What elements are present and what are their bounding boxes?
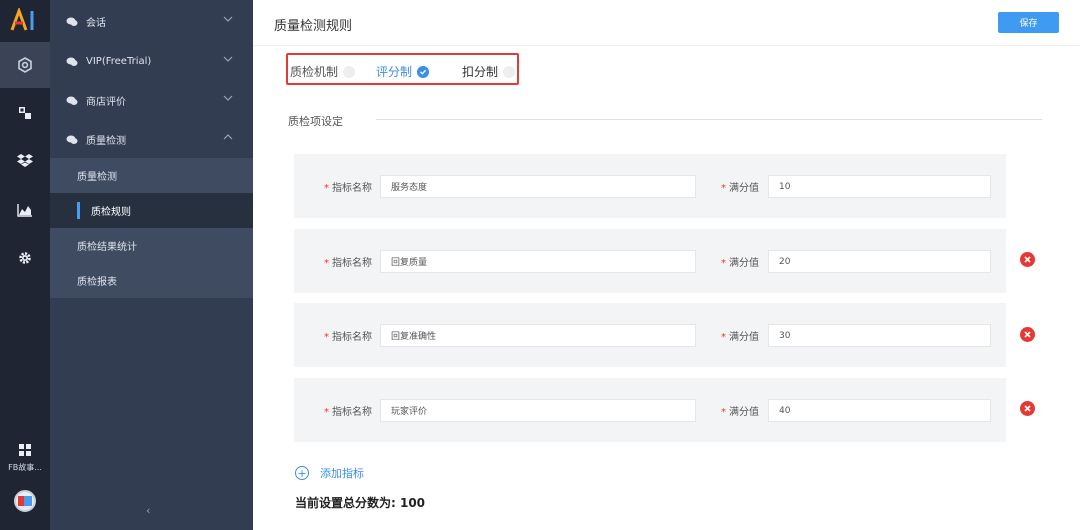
indicator-name-label: * 指标名称 (324, 258, 372, 269)
rail-area-chart-icon[interactable] (0, 187, 50, 233)
rail-settings-hex-icon[interactable] (0, 42, 50, 88)
chevron-up-icon (223, 134, 233, 140)
full-score-input[interactable] (768, 324, 991, 347)
check-circle-icon (417, 65, 430, 78)
save-button[interactable]: 保存 (998, 12, 1059, 33)
full-score-label: * 满分值 (721, 332, 759, 343)
mechanism-option-quality[interactable]: 质检机制 (290, 63, 356, 80)
menu-group-store-reviews[interactable]: 商店评价 (50, 81, 253, 120)
menu-group-label: 商店评价 (86, 97, 126, 108)
indicator-name-label: * 指标名称 (324, 407, 372, 418)
indicator-name-label: * 指标名称 (324, 332, 372, 343)
full-score-label: * 满分值 (721, 407, 759, 418)
page-header: 质量检测规则 保存 (253, 0, 1080, 46)
full-score-input[interactable] (768, 175, 991, 198)
sub-item-label: 质检规则 (91, 207, 131, 218)
menu-group-vip[interactable]: VIP(FreeTrial) (50, 42, 253, 81)
indicator-name-label: * 指标名称 (324, 183, 372, 194)
mechanism-label: 扣分制 (462, 65, 499, 79)
sub-item-label: 质量检测 (77, 172, 117, 183)
chat-bubble-icon (66, 17, 78, 26)
menu-group-quality[interactable]: 质量检测 (50, 120, 253, 159)
rail-dropbox-icon[interactable] (0, 137, 50, 183)
sub-item-quality-rules[interactable]: 质检规则 (50, 193, 253, 228)
delete-row-icon[interactable] (1020, 327, 1035, 342)
chat-bubble-icon (66, 96, 78, 105)
full-score-input[interactable] (768, 399, 991, 422)
section-divider (376, 119, 1042, 120)
full-score-label: * 满分值 (721, 258, 759, 269)
add-indicator-button[interactable]: + 添加指标 (295, 465, 364, 481)
collapse-sidebar-button[interactable]: ‹ (146, 504, 150, 517)
rail-gear-icon[interactable] (0, 235, 50, 281)
radio-icon (343, 65, 356, 78)
indicator-row: *指标名称 *满分值 (294, 378, 1006, 442)
indicator-name-input[interactable] (380, 250, 696, 273)
chat-bubble-icon (66, 135, 78, 144)
sub-item-quality-check[interactable]: 质量检测 (50, 158, 253, 193)
indicator-name-input[interactable] (380, 399, 696, 422)
logo (10, 6, 40, 32)
menu-group-label: 质量检测 (86, 136, 126, 147)
full-score-input[interactable] (768, 250, 991, 273)
chat-bubble-icon (66, 57, 78, 66)
rail-dashboard-icon[interactable] (0, 90, 50, 136)
chevron-down-icon (223, 95, 233, 101)
menu-group-label: 会话 (86, 18, 106, 29)
mechanism-option-deduction[interactable]: 扣分制 (462, 63, 516, 80)
page-title: 质量检测规则 (274, 19, 353, 34)
chevron-down-icon (223, 16, 233, 22)
menu-group-chat[interactable]: 会话 (50, 2, 253, 41)
indicator-row: *指标名称 *满分值 (294, 303, 1006, 367)
mechanism-label: 评分制 (376, 65, 413, 79)
mechanism-label: 质检机制 (290, 65, 339, 79)
app-launcher[interactable]: FB故事... (0, 444, 50, 473)
delete-row-icon[interactable] (1020, 401, 1035, 416)
add-indicator-label: 添加指标 (320, 467, 364, 480)
menu-group-label: VIP(FreeTrial) (86, 56, 152, 67)
plus-circle-icon: + (295, 466, 309, 480)
indicator-name-input[interactable] (380, 175, 696, 198)
active-indicator (77, 202, 80, 219)
radio-icon (503, 65, 516, 78)
mechanism-option-scoring[interactable]: 评分制 (376, 63, 430, 80)
avatar-icon[interactable] (14, 490, 36, 512)
delete-row-icon[interactable] (1020, 252, 1035, 267)
sub-item-label: 质检结果统计 (77, 242, 137, 253)
apps-grid-icon (19, 444, 31, 456)
indicator-row: *指标名称 *满分值 (294, 229, 1006, 293)
icon-rail: FB故事... (0, 0, 50, 530)
indicator-name-input[interactable] (380, 324, 696, 347)
mechanism-selector: 质检机制 评分制 扣分制 (286, 53, 519, 85)
sub-item-result-stats[interactable]: 质检结果统计 (50, 228, 253, 263)
indicator-row: *指标名称 *满分值 (294, 154, 1006, 218)
total-score-text: 当前设置总分数为: 100 (295, 496, 426, 510)
app-label: FB故事... (8, 463, 42, 472)
menu-sidebar: 会话 VIP(FreeTrial) 商店评价 质量检测 质量检测 质检规则 质检… (50, 0, 253, 530)
section-title: 质检项设定 (288, 115, 343, 128)
chevron-down-icon (223, 56, 233, 62)
sub-item-reports[interactable]: 质检报表 (50, 263, 253, 298)
sub-item-label: 质检报表 (77, 277, 117, 288)
full-score-label: * 满分值 (721, 183, 759, 194)
